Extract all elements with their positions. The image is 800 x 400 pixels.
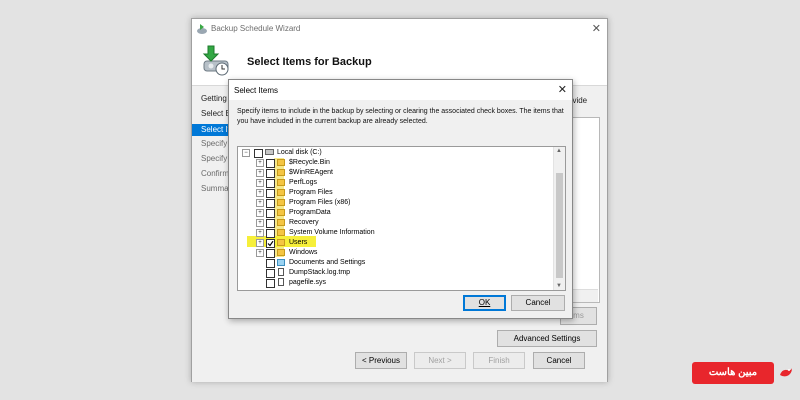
finish-button[interactable]: Finish	[473, 352, 525, 369]
expand-icon[interactable]: +	[256, 159, 264, 167]
tree-row[interactable]: + $WinREAgent	[238, 168, 548, 178]
tree-row[interactable]: Documents and Settings	[238, 258, 548, 268]
tree-label: DumpStack.log.tmp	[289, 269, 351, 276]
checkbox[interactable]	[266, 259, 275, 268]
items-tree[interactable]: − Local disk (C:) + $Recycle.Bin + $WinR…	[237, 146, 566, 291]
wizard-close-icon[interactable]: ✕	[592, 22, 601, 35]
expand-icon[interactable]: +	[256, 199, 264, 207]
folder-icon	[277, 179, 285, 186]
next-button[interactable]: Next >	[414, 352, 466, 369]
scroll-thumb[interactable]	[556, 173, 563, 278]
tree-label: Recovery	[289, 219, 319, 226]
select-items-dialog: Select Items ✕ Specify items to include …	[228, 79, 573, 319]
folder-icon	[277, 249, 285, 256]
checkbox[interactable]	[266, 249, 275, 258]
wizard-title: Backup Schedule Wizard	[211, 24, 301, 33]
shortcut-folder-icon	[277, 259, 285, 266]
tree-label: $WinREAgent	[289, 169, 333, 176]
tree-label: Users	[289, 239, 308, 246]
backup-schedule-icon	[202, 45, 229, 76]
tree-row-root[interactable]: − Local disk (C:)	[238, 148, 548, 158]
folder-icon	[277, 219, 285, 226]
collapse-icon[interactable]: −	[242, 149, 250, 157]
folder-icon	[277, 209, 285, 216]
expand-icon[interactable]: +	[256, 189, 264, 197]
tree-label: Program Files (x86)	[289, 199, 351, 206]
folder-icon	[277, 199, 285, 206]
folder-icon	[277, 189, 285, 196]
nav-step-summary[interactable]: Summar	[201, 184, 231, 193]
scroll-down-icon[interactable]: ▼	[556, 283, 562, 289]
expand-icon[interactable]: +	[256, 209, 264, 217]
folder-icon	[277, 169, 285, 176]
tree-row[interactable]: + ProgramData	[238, 208, 548, 218]
expand-icon[interactable]: +	[256, 239, 264, 247]
folder-icon	[277, 239, 285, 246]
dialog-close-icon[interactable]: ✕	[558, 83, 567, 96]
dialog-titlebar[interactable]: Select Items ✕	[229, 80, 572, 100]
checkbox[interactable]	[266, 159, 275, 168]
tree-label: Local disk (C:)	[277, 149, 322, 156]
wizard-header-title: Select Items for Backup	[247, 56, 372, 68]
checkbox[interactable]	[266, 179, 275, 188]
tree-row[interactable]: + Program Files (x86)	[238, 198, 548, 208]
tree-label: ProgramData	[289, 209, 331, 216]
expand-icon[interactable]: +	[256, 179, 264, 187]
checkbox[interactable]	[266, 229, 275, 238]
tree-label: Documents and Settings	[289, 259, 366, 266]
tree-label: PerfLogs	[289, 179, 318, 186]
dialog-description: Specify items to include in the backup b…	[237, 108, 564, 125]
file-icon	[278, 268, 284, 276]
checkbox[interactable]	[266, 269, 275, 278]
tree-row-users[interactable]: + Users	[238, 238, 548, 248]
expand-icon[interactable]: +	[256, 229, 264, 237]
tree-label: pagefile.sys	[289, 279, 326, 286]
tree-row[interactable]: + Windows	[238, 248, 548, 258]
scroll-up-icon[interactable]: ▲	[556, 148, 562, 154]
ok-button-label: OK	[478, 298, 491, 307]
checkbox[interactable]	[266, 209, 275, 218]
checkbox-local-disk[interactable]	[254, 149, 263, 158]
ok-button[interactable]: OK	[463, 295, 506, 311]
folder-icon	[277, 229, 285, 236]
tree-vscrollbar[interactable]: ▲ ▼	[553, 147, 565, 290]
dialog-cancel-button[interactable]: Cancel	[511, 295, 565, 311]
checkbox[interactable]	[266, 169, 275, 178]
tree-label: Windows	[289, 249, 318, 256]
tree-row[interactable]: + Recovery	[238, 218, 548, 228]
tree-label: $Recycle.Bin	[289, 159, 330, 166]
checkmark-icon	[267, 240, 274, 247]
expand-icon[interactable]: +	[256, 169, 264, 177]
tree-label: System Volume Information	[289, 229, 375, 236]
site-watermark: مبین هاست	[692, 362, 796, 384]
tree-row[interactable]: + $Recycle.Bin	[238, 158, 548, 168]
tree-row[interactable]: pagefile.sys	[238, 278, 548, 288]
dialog-title: Select Items	[234, 86, 279, 95]
tree-label: Program Files	[289, 189, 333, 196]
checkbox[interactable]	[266, 219, 275, 228]
checkbox[interactable]	[266, 279, 275, 288]
wizard-titlebar[interactable]: Backup Schedule Wizard ✕	[192, 19, 607, 41]
previous-button[interactable]: < Previous	[355, 352, 407, 369]
checkbox[interactable]	[266, 199, 275, 208]
wizard-cancel-button[interactable]: Cancel	[533, 352, 585, 369]
watermark-logo-icon	[780, 368, 792, 377]
file-icon	[278, 278, 284, 286]
tree-row[interactable]: + System Volume Information	[238, 228, 548, 238]
advanced-settings-button[interactable]: Advanced Settings	[497, 330, 597, 347]
folder-icon	[277, 159, 285, 166]
expand-icon[interactable]: +	[256, 219, 264, 227]
tree-row[interactable]: + Program Files	[238, 188, 548, 198]
checkbox-users-checked[interactable]	[266, 239, 275, 248]
tree-row[interactable]: DumpStack.log.tmp	[238, 268, 548, 278]
nav-step-confirm[interactable]: Confirm	[201, 169, 229, 178]
backup-app-icon	[197, 24, 207, 34]
checkbox[interactable]	[266, 189, 275, 198]
tree-row[interactable]: + PerfLogs	[238, 178, 548, 188]
drive-icon	[265, 149, 274, 155]
expand-icon[interactable]: +	[256, 249, 264, 257]
watermark-badge: مبین هاست	[692, 362, 774, 384]
